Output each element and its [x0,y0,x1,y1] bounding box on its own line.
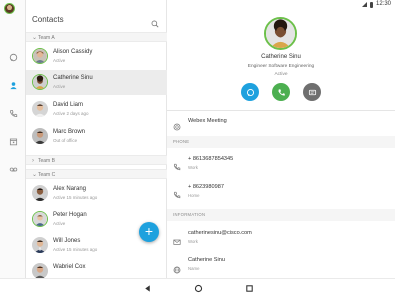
contacts-title: Contacts [32,15,64,24]
group-header-team-b[interactable]: › Team B [26,155,167,165]
contact-row[interactable]: Wabriel Cox [26,259,167,278]
chevron-right-icon: › [32,158,34,164]
group-label: Team A [38,35,55,41]
phone-row[interactable]: + 8613687854345 Work [167,150,395,178]
group-label: Team B [38,158,55,164]
contact-row-selected[interactable]: Catherine Sinu Active [26,70,167,95]
phone-type: Home [188,193,200,198]
email-icon [173,233,181,245]
display-name-row: Catherine Sinu Name [167,251,395,278]
webex-meeting-row[interactable]: Webex Meeting [167,112,395,132]
app-screen: 12:30 Contacts ⌄ Team A Alison Cassidy A… [0,0,395,296]
globe-icon [173,261,181,274]
messages-icon[interactable] [8,52,18,62]
phone-icon [173,186,181,199]
avatar [32,211,48,227]
system-nav-bar [0,278,395,296]
display-name-type: Name [188,266,200,271]
contact-status: Active [53,84,66,89]
signal-icon [362,2,367,7]
phone-row[interactable]: + 8623980987 Home [167,178,395,206]
avatar [32,74,48,90]
avatar [32,185,48,201]
search-icon[interactable] [151,15,159,28]
message-button[interactable] [241,83,259,101]
status-time: 12:30 [375,1,391,7]
contact-row[interactable]: David Liam Active 2 days ago [26,97,167,122]
recents-icon[interactable] [244,283,254,293]
call-button[interactable] [272,83,290,101]
phone-type: Work [188,165,198,170]
calendar-icon[interactable] [8,136,18,146]
contact-name: Peter Hogan [53,212,87,218]
phone-section-header: PHONE [167,136,395,148]
contact-name-heading: Catherine Sinu [261,54,301,60]
group-label: Team C [38,172,56,178]
section-label: PHONE [173,139,190,144]
phone-number: + 8613687854345 [188,156,234,162]
more-options-button[interactable] [303,83,321,101]
phone-icon [173,158,181,171]
battery-icon [370,2,373,8]
contact-status: Active 2 days ago [53,111,89,116]
voicemail-icon[interactable] [8,164,18,174]
webex-icon [173,118,181,131]
group-header-team-c[interactable]: ⌄ Team C [26,169,167,179]
contact-name: Catherine Sinu [53,75,93,81]
back-icon[interactable] [142,283,152,293]
contact-name: Wabriel Cox [53,264,86,270]
contact-detail-panel: Catherine Sinu Engineer Software Enginee… [167,9,395,278]
chevron-down-icon: ⌄ [32,172,38,178]
contact-status: Active 15 minutes ago [53,195,98,200]
group-header-team-a[interactable]: ⌄ Team A [26,32,167,42]
avatar [32,237,48,253]
contacts-panel: Contacts ⌄ Team A Alison Cassidy Active … [26,0,167,278]
contact-photo [264,17,297,50]
contact-name: David Liam [53,102,84,108]
chevron-down-icon: ⌄ [32,35,38,41]
contact-row[interactable]: Alison Cassidy Active [26,44,167,69]
avatar [32,128,48,144]
email-row[interactable]: catherinesinu@cisco.com Work [167,223,395,251]
contact-name: Will Jones [53,238,81,244]
my-avatar[interactable] [4,3,15,14]
nav-rail [0,0,26,278]
contact-job-title: Engineer Software Engineering [247,64,315,69]
phone-icon[interactable] [8,108,18,118]
contact-status: Active [53,221,66,226]
webex-meeting-label: Webex Meeting [188,118,227,124]
avatar [32,101,48,117]
phone-number: + 8623980987 [188,184,224,190]
contact-name: Marc Brown [53,129,86,135]
avatar [32,48,48,64]
information-section-header: INFORMATION [167,209,395,221]
home-icon[interactable] [193,283,203,293]
section-label: INFORMATION [173,212,206,217]
add-contact-button[interactable]: + [139,222,159,242]
contact-status: Out of office [53,138,78,143]
contact-status: Active 15 minutes ago [53,247,98,252]
contact-row[interactable]: Alex Narang Active 15 minutes ago [26,181,167,206]
contact-row[interactable]: Marc Brown Out of office [26,124,167,149]
divider [167,110,395,111]
contact-name: Alex Narang [53,186,87,192]
email-address: catherinesinu@cisco.com [188,230,252,236]
display-name-value: Catherine Sinu [188,257,226,263]
contact-status: Active [53,58,66,63]
email-type: Work [188,239,198,244]
contact-name: Alison Cassidy [53,49,93,55]
contact-presence-status: Active [274,72,288,77]
avatar [32,263,48,278]
contacts-icon[interactable] [8,80,18,90]
